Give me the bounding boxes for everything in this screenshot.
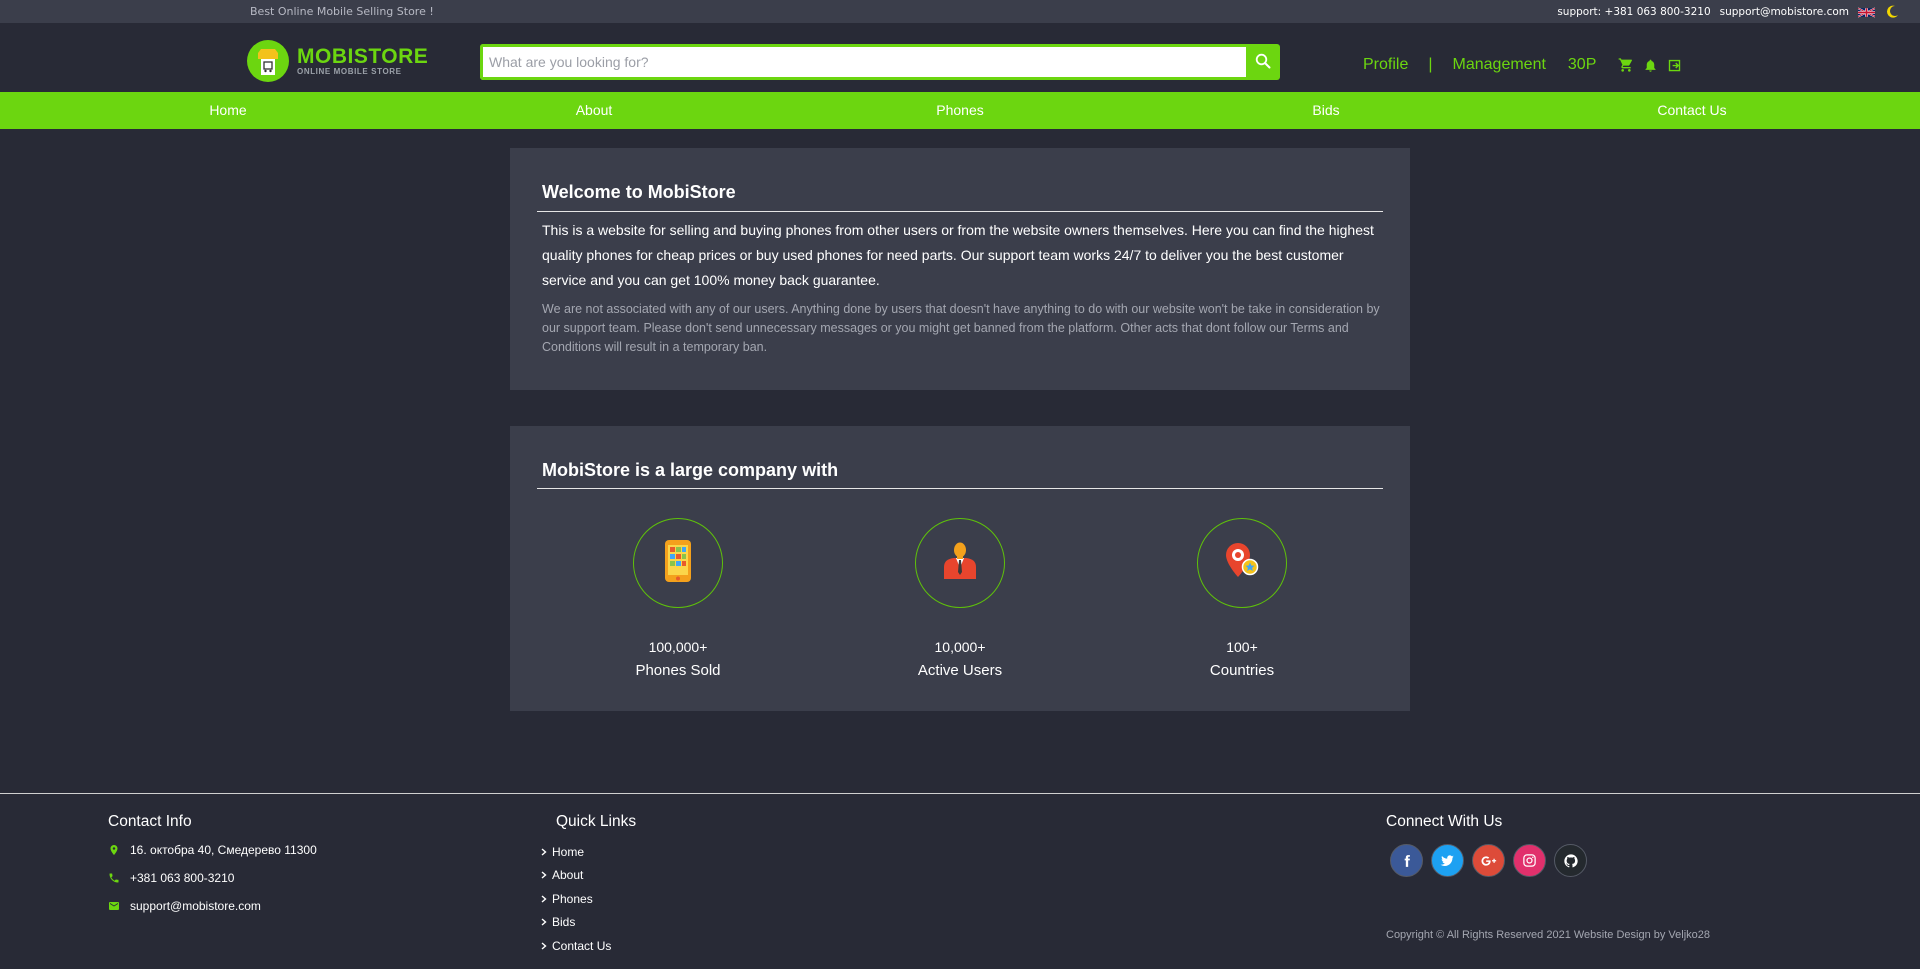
divider — [537, 211, 1383, 212]
nav-contact-us[interactable]: Contact Us — [1657, 102, 1726, 118]
logo-title: MOBISTORE — [297, 44, 429, 68]
footer-phone: +381 063 800-3210 — [108, 871, 317, 885]
stat-phones-sold: 100,000+ Phones Sold — [568, 518, 788, 679]
footer-address-text: 16. октобра 40, Смедерево 11300 — [130, 843, 317, 857]
footer-connect: Connect With Us — [1386, 813, 1587, 877]
header: MOBISTORE ONLINE MOBILE STORE Profile | … — [0, 23, 1920, 92]
welcome-lead: This is a website for selling and buying… — [542, 222, 1374, 288]
mail-icon — [108, 900, 130, 912]
moon-icon[interactable] — [1884, 4, 1900, 20]
facebook-icon[interactable] — [1390, 844, 1423, 877]
stat-value: 100,000+ — [648, 639, 708, 655]
welcome-title: Welcome to MobiStore — [542, 182, 736, 202]
copyright: Copyright © All Rights Reserved 2021 Web… — [1386, 929, 1711, 941]
top-bar: Best Online Mobile Selling Store ! suppo… — [0, 0, 1920, 23]
footer-link-phones[interactable]: Phones — [540, 887, 636, 911]
google-plus-icon[interactable] — [1472, 844, 1505, 877]
footer-connect-title: Connect With Us — [1386, 813, 1503, 830]
user-nav: Profile | Management 30P — [1363, 56, 1682, 74]
footer-email: support@mobistore.com — [108, 899, 317, 913]
stat-circle — [633, 518, 723, 608]
management-link[interactable]: Management — [1453, 56, 1546, 74]
nav-home[interactable]: Home — [209, 102, 246, 118]
github-icon[interactable] — [1554, 844, 1587, 877]
bell-icon[interactable] — [1643, 58, 1658, 73]
search-button[interactable] — [1246, 44, 1280, 80]
logout-icon[interactable] — [1667, 58, 1682, 73]
stat-value: 100+ — [1226, 639, 1258, 655]
footer-links-list: Home About Phones Bids Contact Us — [540, 840, 636, 958]
profile-link[interactable]: Profile — [1363, 56, 1408, 74]
social-links — [1390, 844, 1587, 877]
uk-flag-icon[interactable] — [1857, 6, 1876, 18]
stat-label: Countries — [1209, 662, 1275, 679]
instagram-icon[interactable] — [1513, 844, 1546, 877]
chevron-right-icon — [540, 895, 552, 903]
footer-link-bids[interactable]: Bids — [540, 911, 636, 935]
chevron-right-icon — [540, 918, 552, 926]
map-marker-icon — [108, 844, 130, 856]
footer-phone-text: +381 063 800-3210 — [130, 871, 235, 885]
footer-contact-title: Contact Info — [108, 813, 192, 830]
stat-active-users: 10,000+ Active Users — [850, 518, 1070, 679]
footer-address: 16. октобра 40, Смедерево 11300 — [108, 843, 317, 857]
logo[interactable]: MOBISTORE ONLINE MOBILE STORE — [247, 40, 428, 82]
footer-link-label: Contact Us — [552, 938, 612, 953]
nav-about[interactable]: About — [576, 102, 613, 118]
footer-quick-links: Quick Links Home About Phones Bids Conta… — [540, 813, 636, 958]
stat-circle — [1197, 518, 1287, 608]
user-icon — [940, 541, 980, 585]
footer-link-label: Phones — [552, 891, 593, 906]
search-input[interactable] — [480, 44, 1246, 80]
stat-label: Phones Sold — [635, 662, 721, 679]
footer-link-about[interactable]: About — [540, 864, 636, 888]
main-nav: Home About Phones Bids Contact Us — [0, 92, 1920, 129]
company-title: MobiStore is a large company with — [542, 460, 839, 480]
footer-links-title: Quick Links — [556, 813, 637, 830]
logo-icon — [247, 40, 289, 82]
slogan: Best Online Mobile Selling Store ! — [250, 5, 434, 18]
top-contacts: support: +381 063 800-3210 support@mobis… — [1557, 4, 1900, 20]
divider — [537, 488, 1383, 489]
chevron-right-icon — [540, 871, 552, 879]
phone-icon — [663, 539, 693, 587]
search-bar — [480, 44, 1280, 80]
nav-separator: | — [1428, 56, 1433, 73]
footer-contact-info: Contact Info 16. октобра 40, Смедерево 1… — [108, 813, 317, 913]
company-card: MobiStore is a large company with 100,00… — [510, 426, 1410, 711]
welcome-note: We are not associated with any of our us… — [542, 302, 1380, 354]
footer-link-label: Bids — [552, 915, 576, 930]
footer-link-home[interactable]: Home — [540, 840, 636, 864]
chevron-right-icon — [540, 942, 552, 950]
logo-subtitle: ONLINE MOBILE STORE — [297, 66, 402, 76]
support-email[interactable]: support@mobistore.com — [1720, 6, 1849, 18]
location-pin-icon — [1222, 541, 1262, 585]
phone-call-icon — [108, 872, 130, 884]
coins-balance[interactable]: 30P — [1568, 56, 1596, 74]
stat-label: Active Users — [917, 662, 1003, 679]
support-phone: support: +381 063 800-3210 — [1557, 6, 1711, 18]
cart-icon[interactable] — [1618, 57, 1634, 73]
stat-value: 10,000+ — [934, 639, 986, 655]
chevron-right-icon — [540, 848, 552, 856]
footer-email-text[interactable]: support@mobistore.com — [130, 899, 261, 913]
stat-circle — [915, 518, 1005, 608]
footer-divider — [0, 793, 1920, 794]
twitter-icon[interactable] — [1431, 844, 1464, 877]
footer-link-contact-us[interactable]: Contact Us — [540, 934, 636, 958]
footer-link-label: About — [552, 868, 584, 883]
nav-bids[interactable]: Bids — [1312, 102, 1339, 118]
search-icon — [1255, 53, 1271, 72]
footer-link-label: Home — [552, 844, 585, 859]
stat-countries: 100+ Countries — [1132, 518, 1352, 679]
nav-phones[interactable]: Phones — [936, 102, 983, 118]
welcome-card: Welcome to MobiStore This is a website f… — [510, 148, 1410, 390]
